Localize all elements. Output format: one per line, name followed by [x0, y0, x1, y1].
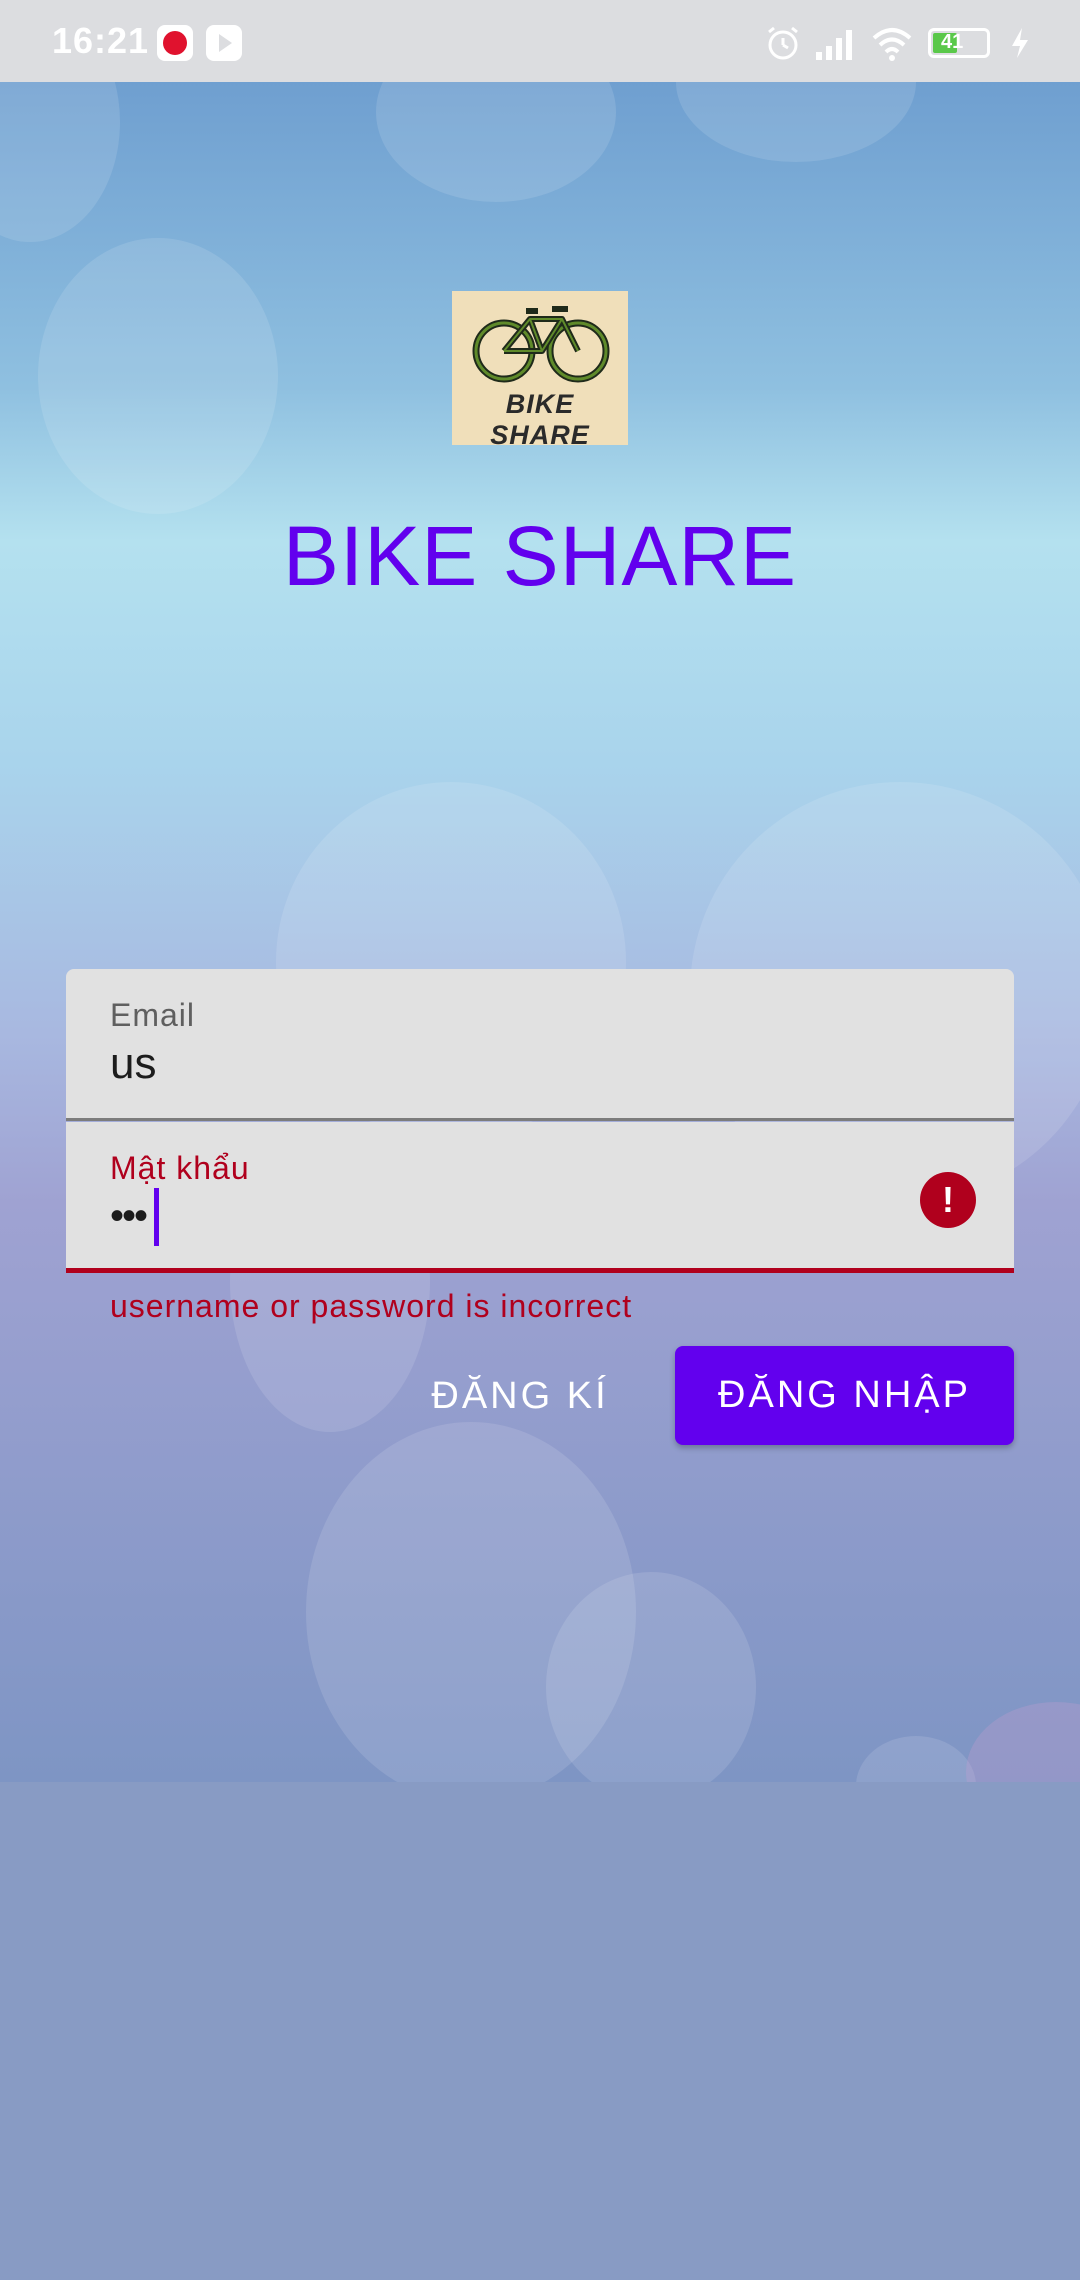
bubble [0, 82, 120, 242]
text-cursor [154, 1188, 159, 1246]
signal-icon [816, 30, 852, 60]
error-message: username or password is incorrect [110, 1288, 633, 1324]
play-icon [206, 25, 242, 61]
app-title: BIKE SHARE [282, 509, 798, 603]
charging-icon [1012, 28, 1028, 58]
password-label: Mật khẩu [110, 1150, 250, 1186]
bicycle-icon [472, 306, 610, 383]
email-label: Email [110, 997, 196, 1033]
email-field[interactable]: Email us [66, 969, 1014, 1121]
bubble [676, 82, 916, 162]
wifi-icon [872, 28, 912, 61]
bubble [546, 1572, 756, 1782]
bubble [966, 1702, 1080, 1782]
lower-background [0, 1782, 1080, 2280]
logo-text: BIKE SHARE [490, 389, 590, 450]
app-logo: BIKE SHARE [452, 291, 628, 450]
status-time: 16:21 [52, 20, 150, 61]
login-button[interactable]: ĐĂNG NHẬP [675, 1346, 1014, 1445]
email-input[interactable]: us [110, 1039, 156, 1089]
register-button[interactable]: ĐĂNG KÍ [404, 1346, 636, 1446]
bubble [856, 1736, 976, 1782]
bubble [38, 238, 278, 514]
error-icon: ! [920, 1172, 976, 1228]
battery-percent: 41 [941, 31, 964, 53]
password-field[interactable]: Mật khẩu ••• ! [66, 1122, 1014, 1273]
status-bar: 16:21 41 [0, 0, 1080, 82]
password-input[interactable]: ••• [110, 1194, 148, 1239]
alarm-icon [768, 26, 798, 60]
battery-icon: 41 [928, 28, 990, 58]
bubble [376, 82, 616, 202]
notification-icon [157, 25, 193, 61]
